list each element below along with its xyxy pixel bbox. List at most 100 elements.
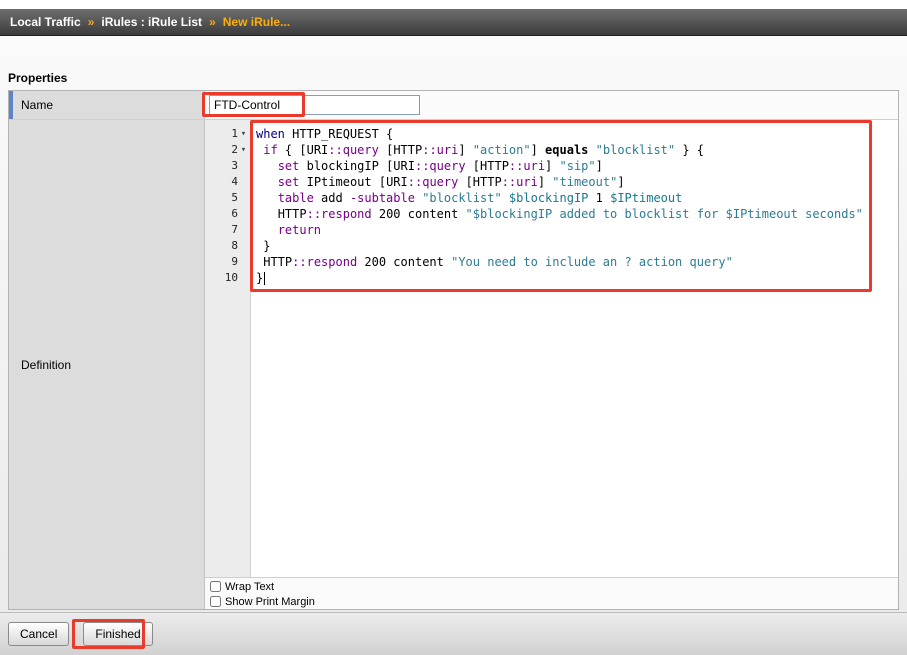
code-token: IPtimeout [ bbox=[299, 175, 386, 189]
breadcrumb-bar: Local Traffic » iRules : iRule List » Ne… bbox=[0, 9, 907, 36]
cancel-button[interactable]: Cancel bbox=[8, 622, 69, 646]
gutter-line[interactable]: 10 bbox=[205, 270, 250, 286]
breadcrumb-current-new-irule: New iRule... bbox=[223, 15, 290, 29]
code-token: [ bbox=[466, 159, 480, 173]
name-label: Name bbox=[9, 98, 53, 112]
gutter-line[interactable]: 9 bbox=[205, 254, 250, 270]
fold-arrow-icon[interactable]: ▾ bbox=[238, 142, 249, 158]
gutter-line[interactable]: 1▾ bbox=[205, 126, 250, 142]
code-token: "$blockingIP added to blocklist for $IPt… bbox=[466, 207, 863, 221]
code-token: ] bbox=[617, 175, 624, 189]
code-token: HTTP bbox=[473, 175, 502, 189]
code-token: URI bbox=[386, 175, 408, 189]
code-token: set bbox=[278, 175, 300, 189]
option-label: Wrap Text bbox=[225, 581, 274, 593]
code-line-4[interactable]: set IPtimeout [URI::query [HTTP::uri] "t… bbox=[256, 174, 898, 190]
code-token bbox=[588, 143, 595, 157]
code-line-7[interactable]: return bbox=[256, 222, 898, 238]
code-line-5[interactable]: table add -subtable "blocklist" $blockin… bbox=[256, 190, 898, 206]
code-token bbox=[256, 207, 278, 221]
breadcrumb-separator-icon: » bbox=[209, 15, 216, 29]
code-line-10[interactable]: } bbox=[256, 270, 898, 286]
code-token: ::uri bbox=[422, 143, 458, 157]
gutter-line[interactable]: 7 bbox=[205, 222, 250, 238]
code-token: blockingIP [ bbox=[299, 159, 393, 173]
line-number: 1 bbox=[205, 126, 238, 142]
option-checkbox[interactable] bbox=[210, 596, 221, 607]
option-label: Show Print Margin bbox=[225, 596, 315, 608]
code-token: "sip" bbox=[560, 159, 596, 173]
code-token: ::respond bbox=[307, 207, 372, 221]
line-number: 7 bbox=[205, 222, 238, 238]
code-line-8[interactable]: } bbox=[256, 238, 898, 254]
code-token: "action" bbox=[473, 143, 531, 157]
breadcrumb-section-local-traffic[interactable]: Local Traffic bbox=[10, 15, 81, 29]
code-line-3[interactable]: set blockingIP [URI::query [HTTP::uri] "… bbox=[256, 158, 898, 174]
code-token: 200 content bbox=[357, 255, 451, 269]
code-token: if bbox=[263, 143, 277, 157]
code-token: -subtable bbox=[350, 191, 415, 205]
line-number: 9 bbox=[205, 254, 238, 270]
code-token: ::uri bbox=[502, 175, 538, 189]
line-number: 4 bbox=[205, 174, 238, 190]
breadcrumb-separator-icon: » bbox=[88, 15, 95, 29]
properties-title: Properties bbox=[8, 71, 67, 85]
code-token: "blocklist" bbox=[422, 191, 501, 205]
text-caret bbox=[264, 272, 265, 285]
code-token: ] bbox=[538, 175, 552, 189]
finished-button[interactable]: Finished bbox=[83, 622, 152, 646]
definition-label: Definition bbox=[9, 358, 71, 372]
code-token: ::query bbox=[328, 143, 379, 157]
code-token: HTTP bbox=[480, 159, 509, 173]
breadcrumb-irule-list[interactable]: iRules : iRule List bbox=[101, 15, 202, 29]
code-token: } bbox=[256, 239, 270, 253]
code-token: { [ bbox=[278, 143, 307, 157]
line-number: 10 bbox=[205, 270, 238, 286]
editor-option-wrap-text[interactable]: Wrap Text bbox=[210, 579, 898, 594]
code-token bbox=[256, 175, 278, 189]
code-token: ::query bbox=[415, 159, 466, 173]
code-token: HTTP_REQUEST { bbox=[285, 127, 393, 141]
footer-bar: Cancel Finished bbox=[0, 612, 907, 655]
required-accent-bar bbox=[9, 91, 13, 119]
gutter-line[interactable]: 4 bbox=[205, 174, 250, 190]
code-line-6[interactable]: HTTP::respond 200 content "$blockingIP a… bbox=[256, 206, 898, 222]
line-number: 2 bbox=[205, 142, 238, 158]
gutter-line[interactable]: 6 bbox=[205, 206, 250, 222]
editor-code-area[interactable]: when HTTP_REQUEST { if { [URI::query [HT… bbox=[251, 120, 898, 577]
code-token: ] bbox=[596, 159, 603, 173]
gutter-line[interactable]: 8 bbox=[205, 238, 250, 254]
code-token: 1 bbox=[588, 191, 610, 205]
code-token: add bbox=[314, 191, 350, 205]
gutter-line[interactable]: 2▾ bbox=[205, 142, 250, 158]
code-line-1[interactable]: when HTTP_REQUEST { bbox=[256, 126, 898, 142]
code-token: table bbox=[278, 191, 314, 205]
line-number: 8 bbox=[205, 238, 238, 254]
name-label-cell: Name bbox=[9, 91, 205, 119]
definition-row: Definition 1▾2▾345678910 when HTTP_REQUE… bbox=[9, 120, 898, 609]
code-token bbox=[256, 159, 278, 173]
code-token: } { bbox=[675, 143, 704, 157]
line-number: 5 bbox=[205, 190, 238, 206]
code-token bbox=[256, 191, 278, 205]
code-token: when bbox=[256, 127, 285, 141]
option-checkbox[interactable] bbox=[210, 581, 221, 592]
code-token: [ bbox=[458, 175, 472, 189]
name-input[interactable] bbox=[209, 95, 420, 115]
gutter-line[interactable]: 3 bbox=[205, 158, 250, 174]
fold-arrow-icon[interactable]: ▾ bbox=[238, 126, 249, 142]
code-line-9[interactable]: HTTP::respond 200 content "You need to i… bbox=[256, 254, 898, 270]
code-token: ::respond bbox=[292, 255, 357, 269]
code-token: $blockingIP bbox=[509, 191, 588, 205]
code-token bbox=[502, 191, 509, 205]
code-line-2[interactable]: if { [URI::query [HTTP::uri] "action"] e… bbox=[256, 142, 898, 158]
code-token: return bbox=[278, 223, 321, 237]
code-token: "You need to include an ? action query" bbox=[451, 255, 733, 269]
definition-code-editor[interactable]: 1▾2▾345678910 when HTTP_REQUEST { if { [… bbox=[205, 120, 898, 578]
editor-option-show-print-margin[interactable]: Show Print Margin bbox=[210, 594, 898, 609]
code-token: ::query bbox=[408, 175, 459, 189]
code-token: URI bbox=[307, 143, 329, 157]
line-number: 6 bbox=[205, 206, 238, 222]
gutter-line[interactable]: 5 bbox=[205, 190, 250, 206]
code-token: ::uri bbox=[509, 159, 545, 173]
